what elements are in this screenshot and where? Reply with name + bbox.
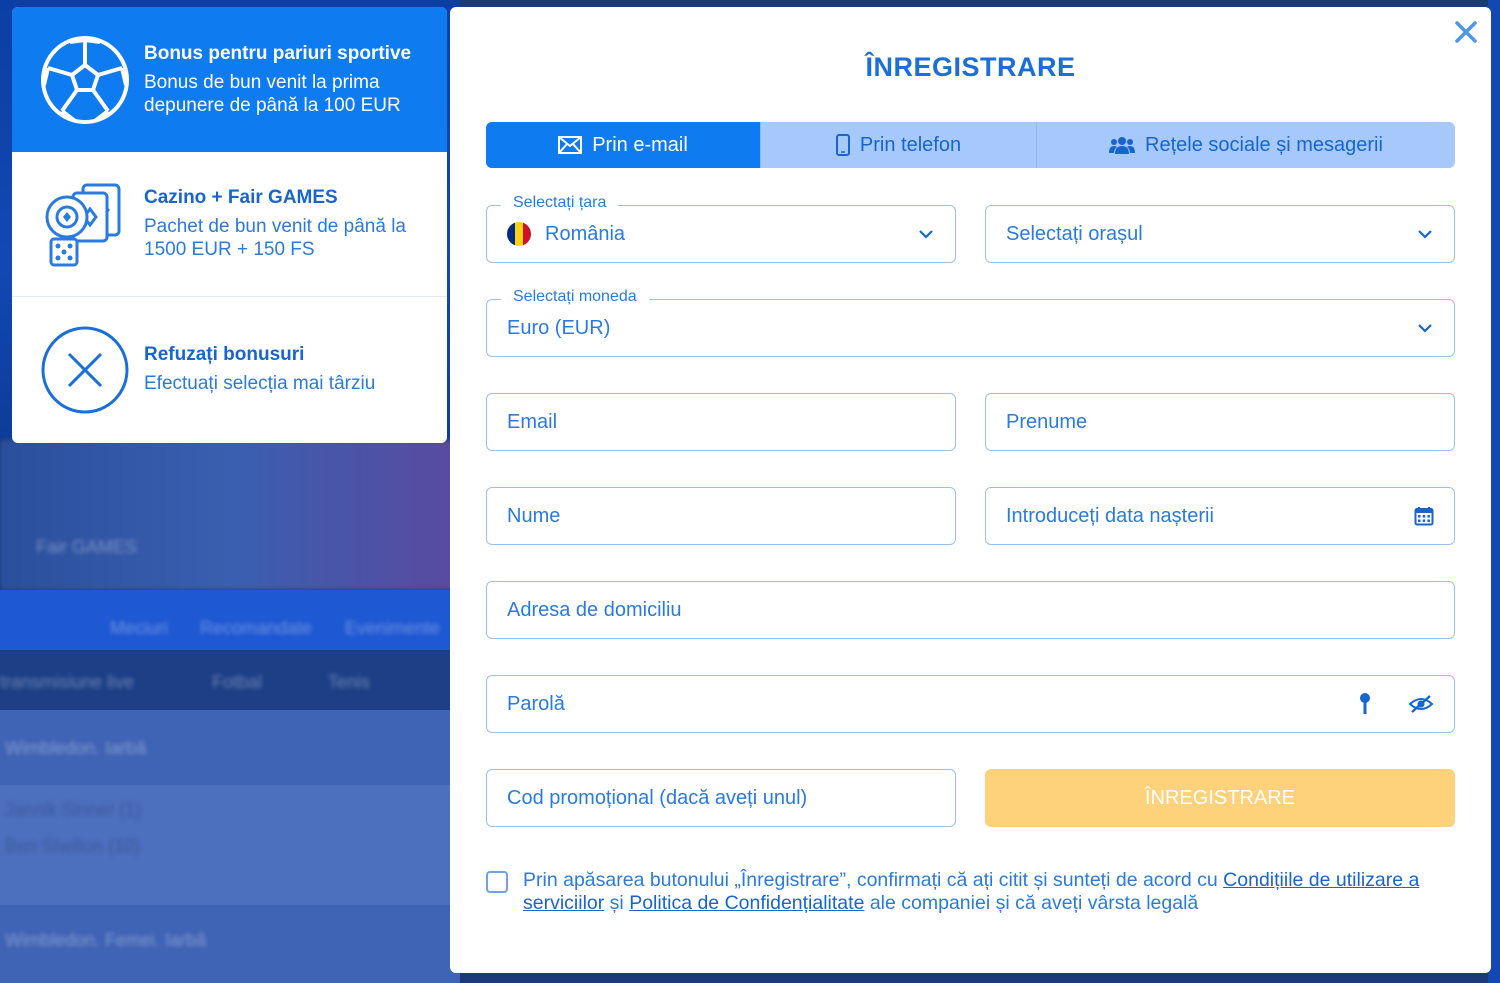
privacy-policy-link[interactable]: Politica de Confidențialitate [629,892,864,914]
promo-placeholder: Cod promoțional (dacă aveți unul) [507,786,808,809]
terms-checkbox[interactable] [486,871,508,893]
city-placeholder: Selectați orașul [1006,222,1143,245]
register-button[interactable]: ÎNREGISTRARE [985,769,1455,827]
bg-ghost-text: Meciuri [110,618,169,638]
calendar-icon[interactable] [1414,506,1434,526]
country-value: România [545,222,626,245]
bg-ghost-text: Fair GAMES [36,537,138,557]
chevron-down-icon [1418,324,1432,333]
soccer-ball-icon [40,35,130,125]
casino-chips-cards-icon [40,179,130,269]
key-icon[interactable] [1358,692,1372,716]
bg-ghost-text: Ben Shelton (10) [5,836,141,856]
bg-ghost-text: Fotbal [212,672,263,692]
modal-title: ÎNREGISTRARE [865,52,1076,82]
bonus-panel: Bonus pentru pariuri sportive Bonus de b… [12,7,447,443]
decline-x-icon [40,325,130,415]
currency-select[interactable]: Selectați moneda Euro (EUR) [486,288,1455,357]
birth-date-placeholder: Introduceți data nașterii [1006,504,1214,527]
tab-social[interactable]: Rețele sociale și mesagerii [1036,122,1455,168]
bonus-option-casino[interactable]: Cazino + Fair GAMES Pachet de bun venit … [12,152,447,297]
bg-ghost-text: Recomandate [200,618,313,638]
terms-agreement: Prin apăsarea butonului „Înregistrare”, … [486,869,1456,915]
birth-date-field[interactable]: Introduceți data nașterii [985,487,1455,545]
country-select[interactable]: Selectați țara România [486,194,956,263]
romania-flag-icon [507,222,531,246]
users-icon [1109,137,1136,154]
bg-ghost-text: Wimbledon. Femei. Iarbă [5,930,207,950]
last-name-field[interactable]: Nume [486,487,956,545]
terms-text: Prin apăsarea butonului „Înregistrare”, … [523,869,1420,914]
address-placeholder: Adresa de domiciliu [507,598,682,621]
envelope-icon [558,136,583,154]
close-button[interactable] [1451,17,1481,47]
country-legend: Selectați țara [501,194,619,212]
bonus-desc: Efectuați selecția mai târziu [144,373,376,394]
close-icon [1455,21,1477,43]
bg-ghost-text: Evenimente [345,618,441,638]
currency-legend: Selectați moneda [501,288,649,306]
bonus-desc: Bonus de bun venit la prima depunere de p… [144,71,401,116]
tab-phone[interactable]: Prin telefon [760,122,1036,168]
bonus-option-decline[interactable]: Refuzați bonusuri Efectuați selecția mai… [12,297,447,442]
chevron-down-icon [1418,230,1432,239]
tab-label: Prin telefon [859,133,962,156]
email-field[interactable]: Email [486,393,956,451]
password-field[interactable]: Parolă [486,675,1455,733]
bonus-title: Bonus pentru pariuri sportive [144,42,412,64]
phone-icon [835,134,850,156]
bg-ghost-text: Wimbledon. Iarbă [5,738,147,758]
registration-modal: ÎNREGISTRARE Prin e-mail Prin telefon Re… [450,7,1491,973]
bonus-title: Refuzați bonusuri [144,344,305,365]
currency-value: Euro (EUR) [507,316,611,339]
bonus-desc: Pachet de bun venit de până la 1500 EUR +… [144,216,406,260]
promo-code-field[interactable]: Cod promoțional (dacă aveți unul) [486,769,956,827]
first-name-placeholder: Prenume [1006,410,1088,433]
city-select[interactable]: Selectați orașul [985,205,1455,263]
bg-ghost-text: transmisiune live [0,672,135,692]
tab-email[interactable]: Prin e-mail [486,122,760,168]
registration-method-tabs: Prin e-mail Prin telefon Rețele sociale … [486,122,1455,168]
chevron-down-icon [919,230,933,239]
email-placeholder: Email [507,410,558,433]
bonus-option-sports[interactable]: Bonus pentru pariuri sportive Bonus de b… [12,7,447,152]
tab-label: Prin e-mail [592,133,688,156]
bg-ghost-text: Jannik Sinner (1) [5,800,142,820]
password-placeholder: Parolă [507,692,565,715]
first-name-field[interactable]: Prenume [985,393,1455,451]
last-name-placeholder: Nume [507,504,561,527]
address-field[interactable]: Adresa de domiciliu [486,581,1455,639]
bg-ghost-text: Tenis [328,672,371,692]
tab-label: Rețele sociale și mesagerii [1145,133,1383,156]
eye-slash-icon[interactable] [1408,694,1434,714]
bonus-title: Cazino + Fair GAMES [144,187,338,208]
